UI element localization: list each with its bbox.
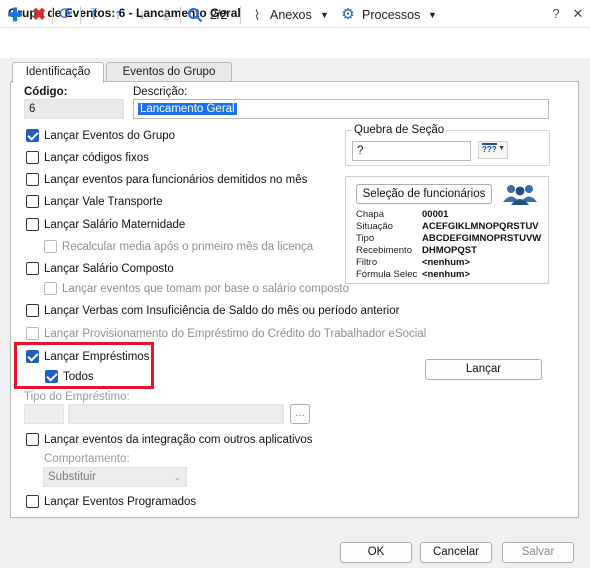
checkbox-box[interactable]: [26, 218, 39, 231]
info-key: Filtro: [356, 257, 378, 268]
add-icon[interactable]: ✚: [6, 4, 24, 26]
checkbox-box[interactable]: [26, 195, 39, 208]
tipo-emprestimo-label: Tipo do Empréstimo:: [24, 391, 130, 403]
quebra-secao-label: Quebra de Seção: [352, 124, 447, 136]
info-value: ACEFGIKLMNOPQRSTUV: [422, 221, 539, 232]
next-record-icon[interactable]: ↓: [134, 4, 150, 26]
lancar-verbas-insuficiencia-checkbox[interactable]: Lançar Verbas com Insuficiência de Saldo…: [26, 303, 546, 319]
info-value: <nenhum>: [422, 269, 471, 280]
comportamento-select[interactable]: Substituir ⌄: [43, 467, 187, 487]
info-key: Situação: [356, 221, 393, 232]
toolbar: [0, 28, 590, 58]
checkbox-box[interactable]: [26, 129, 39, 142]
previous-record-icon[interactable]: ↑: [110, 4, 126, 26]
info-key: Chapa: [356, 209, 384, 220]
last-record-icon[interactable]: ⤓: [158, 4, 174, 26]
processes-menu[interactable]: Processos: [362, 4, 420, 26]
descricao-field[interactable]: Lancamento Geral: [133, 99, 549, 119]
quebra-secao-field[interactable]: ?: [352, 141, 471, 161]
checkbox-box[interactable]: [26, 304, 39, 317]
lancar-emprestimos-checkbox[interactable]: Lançar Empréstimos: [26, 349, 156, 365]
checkbox-box[interactable]: [44, 240, 57, 253]
tipo-emprestimo-lookup-button[interactable]: ...: [290, 404, 310, 424]
page-indicator: 2/2: [210, 8, 228, 22]
toolbar-separator: [80, 6, 81, 24]
gear-icon[interactable]: ⚙: [340, 4, 356, 26]
checkbox-box[interactable]: [26, 495, 39, 508]
checkbox-box[interactable]: [26, 173, 39, 186]
info-value: <nenhum>: [422, 257, 471, 268]
checkbox-box[interactable]: [26, 433, 39, 446]
codigo-field[interactable]: 6: [24, 99, 124, 119]
eventos-base-salario-composto-checkbox[interactable]: Lançar eventos que tomam por base o salá…: [44, 281, 349, 297]
lancar-integracao-checkbox[interactable]: Lançar eventos da integração com outros …: [26, 432, 346, 448]
lancar-codigos-fixos-checkbox[interactable]: Lançar códigos fixos: [26, 150, 326, 166]
info-value: ABCDEFGIMNOPRSTUVW: [422, 233, 542, 244]
checkbox-box[interactable]: [26, 151, 39, 164]
lancar-demitidos-checkbox[interactable]: Lançar eventos para funcionários demitid…: [26, 172, 326, 188]
attachments-menu[interactable]: Anexos: [270, 4, 312, 26]
checkbox-box[interactable]: [26, 262, 39, 275]
checkbox-box[interactable]: [45, 370, 58, 383]
search-icon[interactable]: [186, 4, 204, 26]
paperclip-icon[interactable]: ⌇: [250, 4, 264, 26]
selecao-funcionarios-button[interactable]: Seleção de funcionários: [356, 184, 492, 204]
lancar-vale-transporte-checkbox[interactable]: Lançar Vale Transporte: [26, 194, 326, 210]
tab-eventos-do-grupo[interactable]: Eventos do Grupo: [106, 62, 232, 82]
ok-button[interactable]: OK: [340, 542, 412, 563]
field-picker-icon: ???: [482, 143, 497, 154]
checkbox-box[interactable]: [26, 350, 39, 363]
cancel-button[interactable]: Cancelar: [420, 542, 492, 563]
tipo-emprestimo-description-field[interactable]: [68, 404, 284, 424]
first-record-icon[interactable]: ⤒: [86, 4, 102, 26]
chevron-down-icon[interactable]: ▼: [428, 4, 437, 26]
lancar-eventos-grupo-checkbox[interactable]: Lançar Eventos do Grupo: [26, 128, 326, 144]
toolbar-separator: [180, 6, 181, 24]
descricao-label: Descrição:: [133, 86, 188, 98]
info-key: Recebimento: [356, 245, 412, 256]
quebra-secao-dropdown[interactable]: ??? ▼: [478, 141, 508, 159]
delete-icon[interactable]: ✖: [30, 4, 48, 26]
lancar-eventos-programados-checkbox[interactable]: Lançar Eventos Programados: [26, 494, 266, 510]
info-value: 00001: [422, 209, 449, 220]
tipo-emprestimo-code-field[interactable]: [24, 404, 64, 424]
help-icon[interactable]: ?: [546, 4, 566, 24]
info-key: Tipo: [356, 233, 375, 244]
checkbox-box[interactable]: [44, 282, 57, 295]
comportamento-label: Comportamento:: [44, 453, 130, 465]
todos-checkbox[interactable]: Todos: [45, 369, 145, 385]
chevron-down-icon[interactable]: ▼: [320, 4, 329, 26]
close-icon[interactable]: ✕: [568, 4, 588, 24]
toolbar-separator: [52, 6, 53, 24]
info-value: DHMOPQST: [422, 245, 477, 256]
lancar-provisionamento-checkbox[interactable]: Lançar Provisionamento do Empréstimo do …: [26, 326, 546, 342]
info-key: Fórmula Selec: [356, 269, 418, 280]
chevron-down-icon: ▼: [498, 145, 505, 152]
chevron-down-icon: ⌄: [173, 472, 181, 482]
lancar-salario-maternidade-checkbox[interactable]: Lançar Salário Maternidade: [26, 217, 326, 233]
toolbar-separator: [240, 6, 241, 24]
checkbox-box[interactable]: [26, 327, 39, 340]
recalcular-media-checkbox[interactable]: Recalcular media após o primeiro mês da …: [44, 239, 334, 255]
tab-identificacao[interactable]: Identificação: [12, 62, 104, 83]
save-button[interactable]: Salvar: [502, 542, 574, 563]
lancar-button[interactable]: Lançar: [425, 359, 542, 380]
lancar-salario-composto-checkbox[interactable]: Lançar Salário Composto: [26, 261, 326, 277]
refresh-icon[interactable]: ⟳: [56, 4, 76, 26]
people-icon: [502, 182, 538, 209]
codigo-label: Código:: [24, 86, 68, 98]
